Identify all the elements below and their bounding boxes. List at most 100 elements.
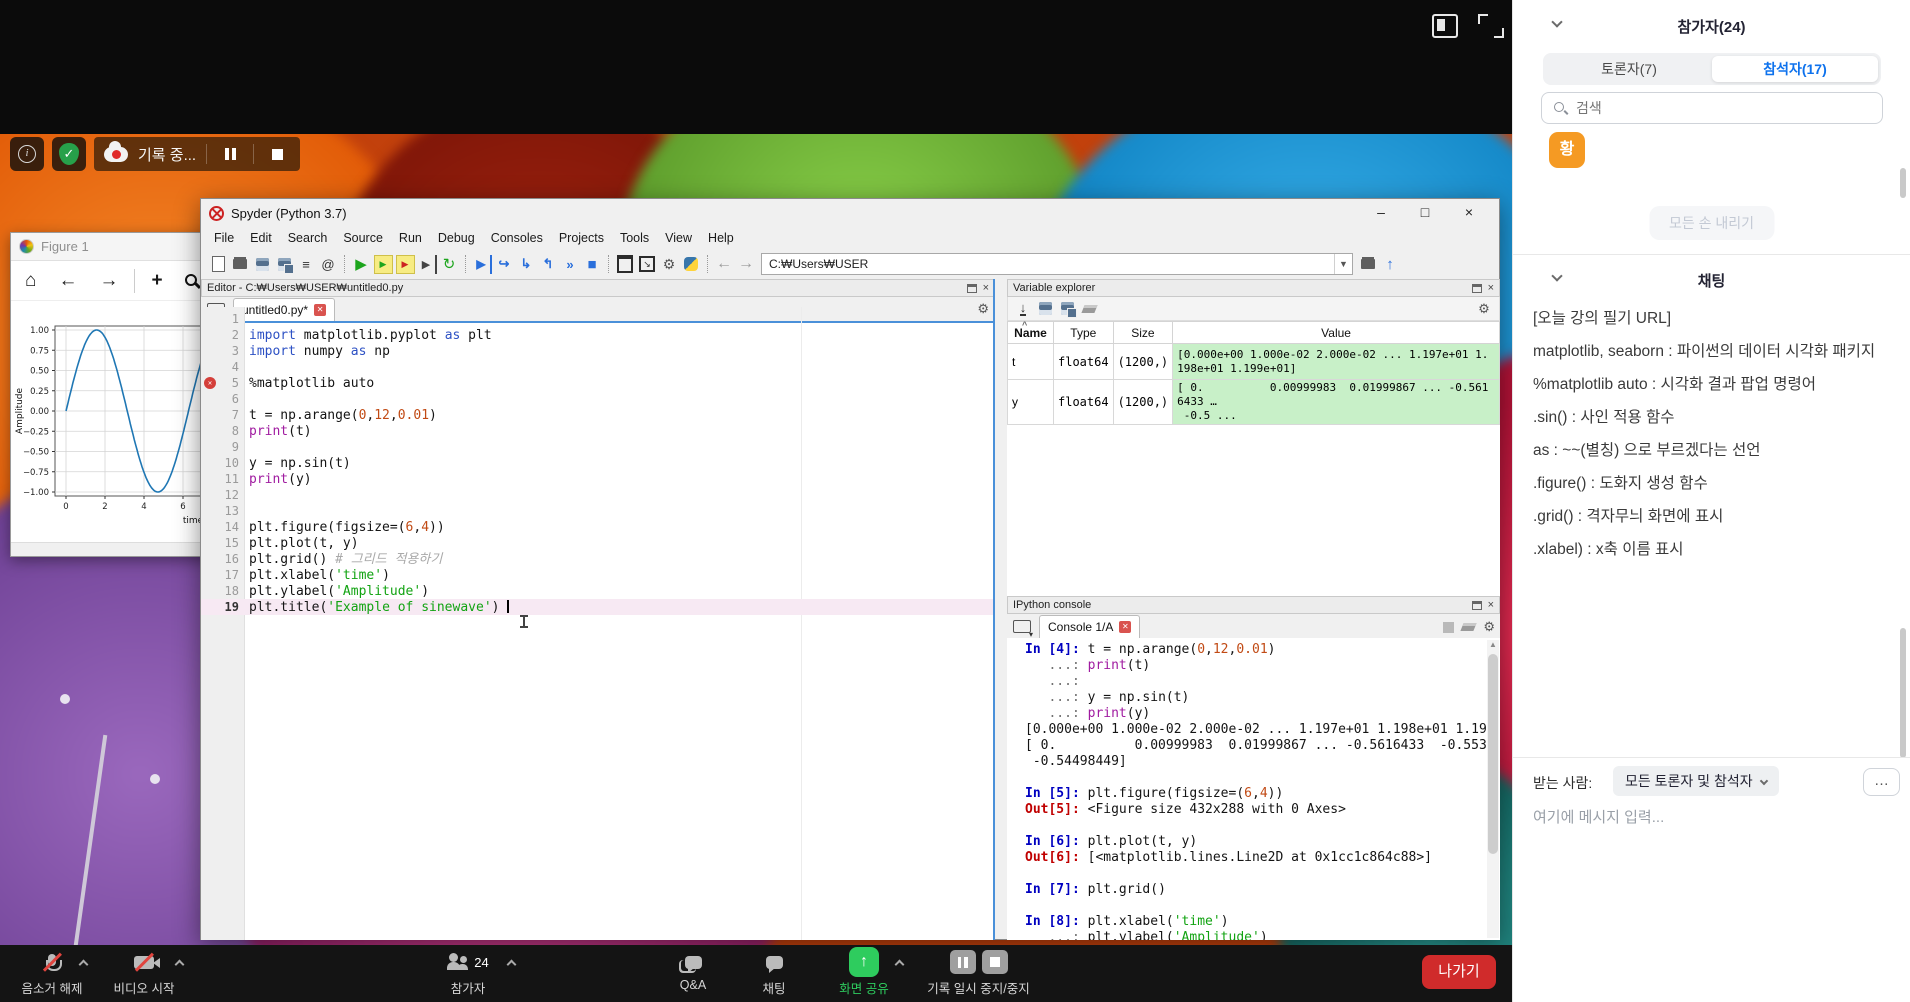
- restart-icon[interactable]: ↻: [440, 255, 459, 274]
- undock-pane-icon[interactable]: [967, 284, 977, 293]
- spyder-title-bar[interactable]: Spyder (Python 3.7) – □ ×: [201, 199, 1499, 227]
- menu-item[interactable]: Run: [392, 229, 429, 247]
- run-selection-icon[interactable]: ▶: [418, 255, 437, 274]
- menu-item[interactable]: Source: [336, 229, 390, 247]
- file-switcher-icon[interactable]: ≡: [297, 255, 316, 274]
- back-icon[interactable]: ←: [58, 270, 77, 292]
- stop-debug-icon[interactable]: ■: [583, 255, 602, 274]
- participant-avatar[interactable]: 황: [1549, 132, 1585, 168]
- close-pane-icon[interactable]: ×: [1488, 600, 1494, 610]
- scroll-up-icon[interactable]: ▲: [1487, 640, 1499, 649]
- open-file-icon[interactable]: [231, 255, 250, 274]
- continue-icon[interactable]: »: [561, 255, 580, 274]
- console-options-icon[interactable]: ⚙: [1483, 619, 1495, 635]
- undock-pane-icon[interactable]: [1472, 284, 1482, 293]
- step-into-icon[interactable]: ↳: [517, 255, 536, 274]
- chat-message-input[interactable]: [1533, 804, 1883, 830]
- qa-button[interactable]: Q&A: [656, 949, 730, 992]
- python-icon[interactable]: [682, 255, 701, 274]
- tab-panelists[interactable]: 토론자(7): [1546, 56, 1712, 82]
- save-all-icon[interactable]: [275, 255, 294, 274]
- share-screen-button[interactable]: ↑ 화면 공유: [814, 949, 914, 997]
- column-header-type[interactable]: Type: [1054, 322, 1114, 344]
- run-icon[interactable]: ▶: [352, 255, 371, 274]
- participant-search[interactable]: [1541, 92, 1883, 124]
- view-mode-icon[interactable]: [1432, 14, 1458, 38]
- pan-icon[interactable]: +: [151, 270, 162, 292]
- clear-console-icon[interactable]: [1461, 623, 1477, 631]
- pause-recording-button[interactable]: [217, 143, 243, 165]
- variable-row[interactable]: y float64 (1200,) [ 0. 0.00999983 0.0199…: [1008, 380, 1500, 425]
- console-tab[interactable]: Console 1/A ✕: [1039, 615, 1140, 638]
- close-pane-icon[interactable]: ×: [983, 283, 989, 293]
- home-icon[interactable]: ⌂: [25, 270, 36, 292]
- editor-code-area[interactable]: 12import matplotlib.pyplot as plt3import…: [201, 307, 995, 940]
- participants-button[interactable]: 24 참가자: [424, 949, 512, 997]
- stop-record-button[interactable]: [982, 950, 1008, 974]
- variable-row[interactable]: t float64 (1200,) [0.000e+00 1.000e-02 2…: [1008, 344, 1500, 380]
- remove-variables-icon[interactable]: [1081, 305, 1097, 313]
- browse-directory-icon[interactable]: [1359, 255, 1378, 274]
- run-cell-icon[interactable]: ▶: [374, 255, 393, 274]
- column-header-name[interactable]: ^Name: [1008, 322, 1054, 344]
- menu-item[interactable]: Tools: [613, 229, 656, 247]
- menu-item[interactable]: View: [658, 229, 699, 247]
- forward-icon[interactable]: →: [99, 270, 118, 292]
- close-console-icon[interactable]: ✕: [1119, 621, 1131, 633]
- rerun-cell-icon[interactable]: ▶: [396, 255, 415, 274]
- console-output[interactable]: In [4]: t = np.arange(0,12,0.01) ...: pr…: [1007, 638, 1486, 940]
- parent-directory-icon[interactable]: ↑: [1381, 255, 1400, 274]
- menu-item[interactable]: File: [207, 229, 241, 247]
- undock-pane-icon[interactable]: [1472, 601, 1482, 610]
- step-return-icon[interactable]: ↰: [539, 255, 558, 274]
- minimize-button[interactable]: –: [1359, 200, 1403, 226]
- menu-item[interactable]: Consoles: [484, 229, 550, 247]
- variable-explorer-pane[interactable]: Variable explorer × ↓ ⚙ ^Name Type: [1007, 279, 1500, 596]
- zoom-icon[interactable]: [185, 274, 199, 288]
- maximize-button[interactable]: □: [1403, 200, 1447, 226]
- outline-icon[interactable]: @: [319, 255, 338, 274]
- save-data-icon[interactable]: [1036, 299, 1055, 318]
- search-input[interactable]: [1576, 94, 1876, 122]
- meeting-info-button[interactable]: i: [10, 137, 44, 171]
- chevron-down-icon[interactable]: ▼: [1334, 254, 1352, 274]
- working-directory-combo[interactable]: C:₩Users₩USER ▼: [761, 253, 1353, 275]
- interrupt-kernel-icon[interactable]: [1443, 622, 1454, 633]
- chat-more-button[interactable]: …: [1863, 768, 1900, 796]
- save-data-as-icon[interactable]: [1058, 299, 1077, 318]
- new-file-icon[interactable]: [209, 255, 228, 274]
- menu-item[interactable]: Help: [701, 229, 741, 247]
- step-icon[interactable]: ↪: [495, 255, 514, 274]
- forward-icon[interactable]: →: [737, 255, 756, 274]
- menu-item[interactable]: Projects: [552, 229, 611, 247]
- recipient-dropdown[interactable]: 모든 토론자 및 참석자: [1613, 766, 1779, 796]
- stop-recording-button[interactable]: [264, 143, 290, 165]
- pause-record-button[interactable]: [950, 950, 976, 974]
- chevron-up-icon[interactable]: [79, 960, 89, 970]
- chat-message-list[interactable]: [오늘 강의 필기 URL]matplotlib, seaborn : 파이썬의…: [1533, 302, 1891, 754]
- close-pane-icon[interactable]: ×: [1488, 283, 1494, 293]
- chevron-up-icon[interactable]: [175, 960, 185, 970]
- chat-scrollbar-thumb[interactable]: [1900, 628, 1906, 758]
- chevron-up-icon[interactable]: [895, 960, 905, 970]
- console-scrollbar[interactable]: ▲: [1487, 640, 1499, 938]
- menu-item[interactable]: Debug: [431, 229, 482, 247]
- lower-all-hands-button[interactable]: 모든 손 내리기: [1649, 206, 1774, 240]
- fullscreen-icon[interactable]: [1478, 14, 1504, 38]
- save-icon[interactable]: [253, 255, 272, 274]
- chat-button[interactable]: 채팅: [738, 949, 810, 997]
- tools-icon[interactable]: ⚙: [660, 255, 679, 274]
- scrollbar-thumb[interactable]: [1488, 654, 1498, 854]
- column-header-value[interactable]: Value: [1173, 322, 1500, 344]
- tab-attendees[interactable]: 참석자(17): [1712, 56, 1878, 82]
- close-button[interactable]: ×: [1447, 200, 1491, 226]
- start-video-button[interactable]: 비디오 시작: [100, 949, 188, 997]
- unmute-button[interactable]: 음소거 해제: [8, 949, 96, 997]
- participants-scrollbar-thumb[interactable]: [1900, 168, 1906, 198]
- spyder-window[interactable]: Spyder (Python 3.7) – □ × FileEditSearch…: [200, 198, 1500, 940]
- fullscreen-icon[interactable]: [638, 255, 657, 274]
- chevron-up-icon[interactable]: [507, 960, 517, 970]
- import-data-icon[interactable]: ↓: [1020, 302, 1027, 316]
- ipython-console-pane[interactable]: IPython console × Console 1/A ✕ ⚙ In: [1007, 596, 1500, 940]
- menu-item[interactable]: Edit: [243, 229, 279, 247]
